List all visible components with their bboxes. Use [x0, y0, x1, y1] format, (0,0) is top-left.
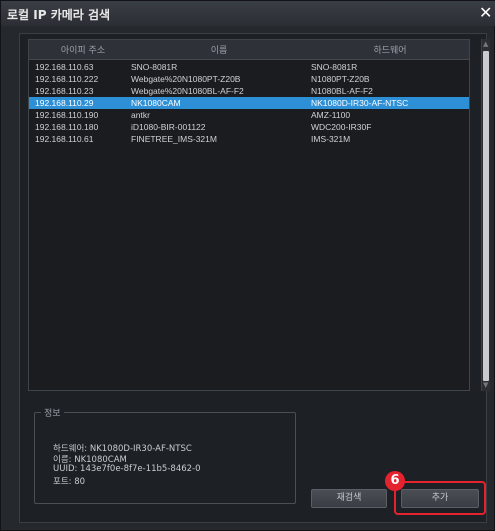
camera-list[interactable]: 아이피 주소 이름 하드웨어 192.168.110.63 SNO-8081R SN…: [28, 39, 470, 391]
camera-search-dialog: 로컬 IP 카메라 검색 ✕ 아이피 주소 이름 하드웨어 192.168.11…: [0, 0, 495, 531]
cell-hardware: WDC200-IR30F: [311, 122, 372, 132]
table-row-selected[interactable]: 192.168.110.29 NK1080CAM NK1080D-IR30-AF-N…: [29, 97, 469, 109]
callout-highlight-box: [394, 481, 486, 515]
cell-name: iD1080-BIR-001122: [131, 122, 206, 132]
list-scrollbar[interactable]: ▲ ▼: [481, 39, 490, 391]
column-header-name[interactable]: 이름: [131, 43, 307, 56]
cell-hardware: N1080PT-Z20B: [311, 74, 370, 84]
cell-hardware: IMS-321M: [311, 134, 351, 144]
cell-hardware: AMZ-1100: [311, 110, 351, 120]
cell-ip: 192.168.110.63: [35, 62, 94, 72]
list-header: 아이피 주소 이름 하드웨어: [29, 40, 469, 60]
table-row[interactable]: 192.168.110.23 Webgate%20N1080BL-AF-F2 N10…: [29, 85, 469, 97]
cell-name: antkr: [131, 110, 150, 120]
table-row[interactable]: 192.168.110.180 iD1080-BIR-001122 WDC200-I…: [29, 121, 469, 133]
cell-ip: 192.168.110.29: [35, 98, 94, 108]
table-row[interactable]: 192.168.110.63 SNO-8081R SNO-8081R: [29, 61, 469, 73]
cell-name: SNO-8081R: [131, 62, 178, 72]
column-header-ip[interactable]: 아이피 주소: [35, 43, 131, 56]
info-legend: 정보: [41, 406, 64, 419]
cell-hardware: SNO-8081R: [311, 62, 358, 72]
cell-ip: 192.168.110.180: [35, 122, 99, 132]
info-port: 포트: 80: [53, 477, 86, 487]
info-group: 정보 하드웨어: NK1080D-IR30-AF-NTSC 이름: NK1080…: [34, 406, 296, 504]
cell-ip: 192.168.110.222: [35, 74, 99, 84]
cell-name: FINETREE_IMS-321M: [131, 134, 217, 144]
cell-hardware: N1080BL-AF-F2: [311, 86, 373, 96]
title-bar[interactable]: 로컬 IP 카메라 검색 ✕: [1, 1, 495, 26]
window-title: 로컬 IP 카메라 검색: [7, 8, 111, 22]
rescan-button[interactable]: 재검색: [311, 489, 387, 508]
cell-name: NK1080CAM: [131, 98, 181, 108]
scroll-down-icon[interactable]: ▼: [483, 381, 488, 389]
cell-ip: 192.168.110.190: [35, 110, 99, 120]
close-icon[interactable]: ✕: [479, 3, 492, 22]
cell-ip: 192.168.110.61: [35, 134, 94, 144]
table-row[interactable]: 192.168.110.190 antkr AMZ-1100: [29, 109, 469, 121]
table-row[interactable]: 192.168.110.222 Webgate%20N1080PT-Z20B N10…: [29, 73, 469, 85]
column-header-hardware[interactable]: 하드웨어: [311, 43, 469, 56]
cell-name: Webgate%20N1080PT-Z20B: [131, 74, 241, 84]
scroll-up-icon[interactable]: ▲: [483, 40, 488, 48]
scrollbar-thumb[interactable]: [483, 51, 489, 381]
cell-ip: 192.168.110.23: [35, 86, 94, 96]
cell-hardware: NK1080D-IR30-AF-NTSC: [311, 98, 409, 108]
cell-name: Webgate%20N1080BL-AF-F2: [131, 86, 244, 96]
callout-badge: 6: [385, 471, 405, 491]
info-uuid: UUID: 143e7f0e-8f7e-11b5-8462-0: [53, 464, 201, 474]
table-row[interactable]: 192.168.110.61 FINETREE_IMS-321M IMS-321M: [29, 133, 469, 145]
